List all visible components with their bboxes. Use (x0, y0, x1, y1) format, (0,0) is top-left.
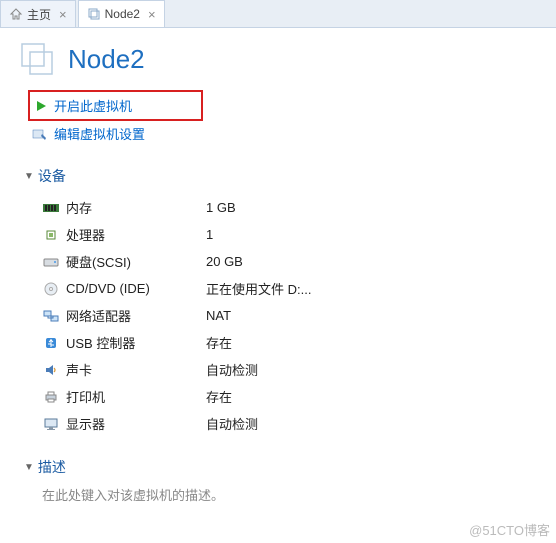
device-row[interactable]: 内存1 GB (42, 194, 538, 221)
devices-section: ▼ 设备 内存1 GB处理器1硬盘(SCSI)20 GBCD/DVD (IDE)… (24, 166, 538, 437)
device-row[interactable]: 打印机存在 (42, 383, 538, 410)
tab-node-label: Node2 (105, 7, 140, 21)
device-label: 显示器 (66, 414, 206, 433)
description-header[interactable]: ▼ 描述 (24, 457, 538, 477)
device-label: 硬盘(SCSI) (66, 252, 206, 271)
tab-node[interactable]: Node2 × (78, 0, 165, 27)
usb-icon (42, 336, 60, 350)
display-icon (42, 417, 60, 431)
device-label: 内存 (66, 198, 206, 217)
device-value: 自动检测 (206, 414, 258, 433)
device-row[interactable]: 硬盘(SCSI)20 GB (42, 248, 538, 275)
device-row[interactable]: 声卡自动检测 (42, 356, 538, 383)
device-value: 自动检测 (206, 360, 258, 379)
device-row[interactable]: 网络适配器NAT (42, 302, 538, 329)
edit-settings-action[interactable]: 编辑虚拟机设置 (28, 121, 538, 146)
devices-title: 设备 (38, 166, 66, 186)
device-label: CD/DVD (IDE) (66, 281, 206, 296)
description-hint[interactable]: 在此处键入对该虚拟机的描述。 (42, 485, 538, 504)
device-row[interactable]: 处理器1 (42, 221, 538, 248)
device-row[interactable]: CD/DVD (IDE)正在使用文件 D:... (42, 275, 538, 302)
vm-actions: 开启此虚拟机 编辑虚拟机设置 (28, 90, 538, 146)
cpu-icon (42, 228, 60, 242)
play-icon (34, 99, 48, 113)
device-label: USB 控制器 (66, 333, 206, 352)
device-list: 内存1 GB处理器1硬盘(SCSI)20 GBCD/DVD (IDE)正在使用文… (42, 194, 538, 437)
sound-icon (42, 363, 60, 377)
device-value: 20 GB (206, 254, 243, 269)
devices-header[interactable]: ▼ 设备 (24, 166, 538, 186)
net-icon (42, 309, 60, 323)
power-on-label: 开启此虚拟机 (54, 96, 132, 115)
device-value: 正在使用文件 D:... (206, 279, 311, 298)
power-on-action[interactable]: 开启此虚拟机 (28, 90, 203, 121)
vm-icon (87, 7, 101, 21)
description-section: ▼ 描述 在此处键入对该虚拟机的描述。 (24, 457, 538, 504)
device-label: 打印机 (66, 387, 206, 406)
tab-bar: 主页 × Node2 × (0, 0, 556, 28)
watermark: @51CTO博客 (469, 520, 550, 539)
vm-header: Node2 (18, 40, 538, 78)
tab-home[interactable]: 主页 × (0, 0, 76, 27)
wrench-icon (32, 127, 48, 141)
device-label: 声卡 (66, 360, 206, 379)
vm-large-icon (18, 40, 56, 78)
device-value: 存在 (206, 387, 232, 406)
chevron-down-icon: ▼ (24, 171, 34, 182)
memory-icon (42, 201, 60, 215)
device-label: 处理器 (66, 225, 206, 244)
close-icon[interactable]: × (148, 7, 156, 22)
description-title: 描述 (38, 457, 66, 477)
disk-icon (42, 255, 60, 269)
cd-icon (42, 282, 60, 296)
device-label: 网络适配器 (66, 306, 206, 325)
printer-icon (42, 390, 60, 404)
device-value: 1 GB (206, 200, 236, 215)
close-icon[interactable]: × (59, 7, 67, 22)
edit-settings-label: 编辑虚拟机设置 (54, 124, 145, 143)
device-row[interactable]: USB 控制器存在 (42, 329, 538, 356)
vm-title: Node2 (68, 44, 145, 75)
home-icon (9, 7, 23, 21)
device-value: 存在 (206, 333, 232, 352)
device-value: NAT (206, 308, 231, 323)
device-value: 1 (206, 227, 213, 242)
tab-home-label: 主页 (27, 6, 51, 23)
device-row[interactable]: 显示器自动检测 (42, 410, 538, 437)
chevron-down-icon: ▼ (24, 462, 34, 473)
